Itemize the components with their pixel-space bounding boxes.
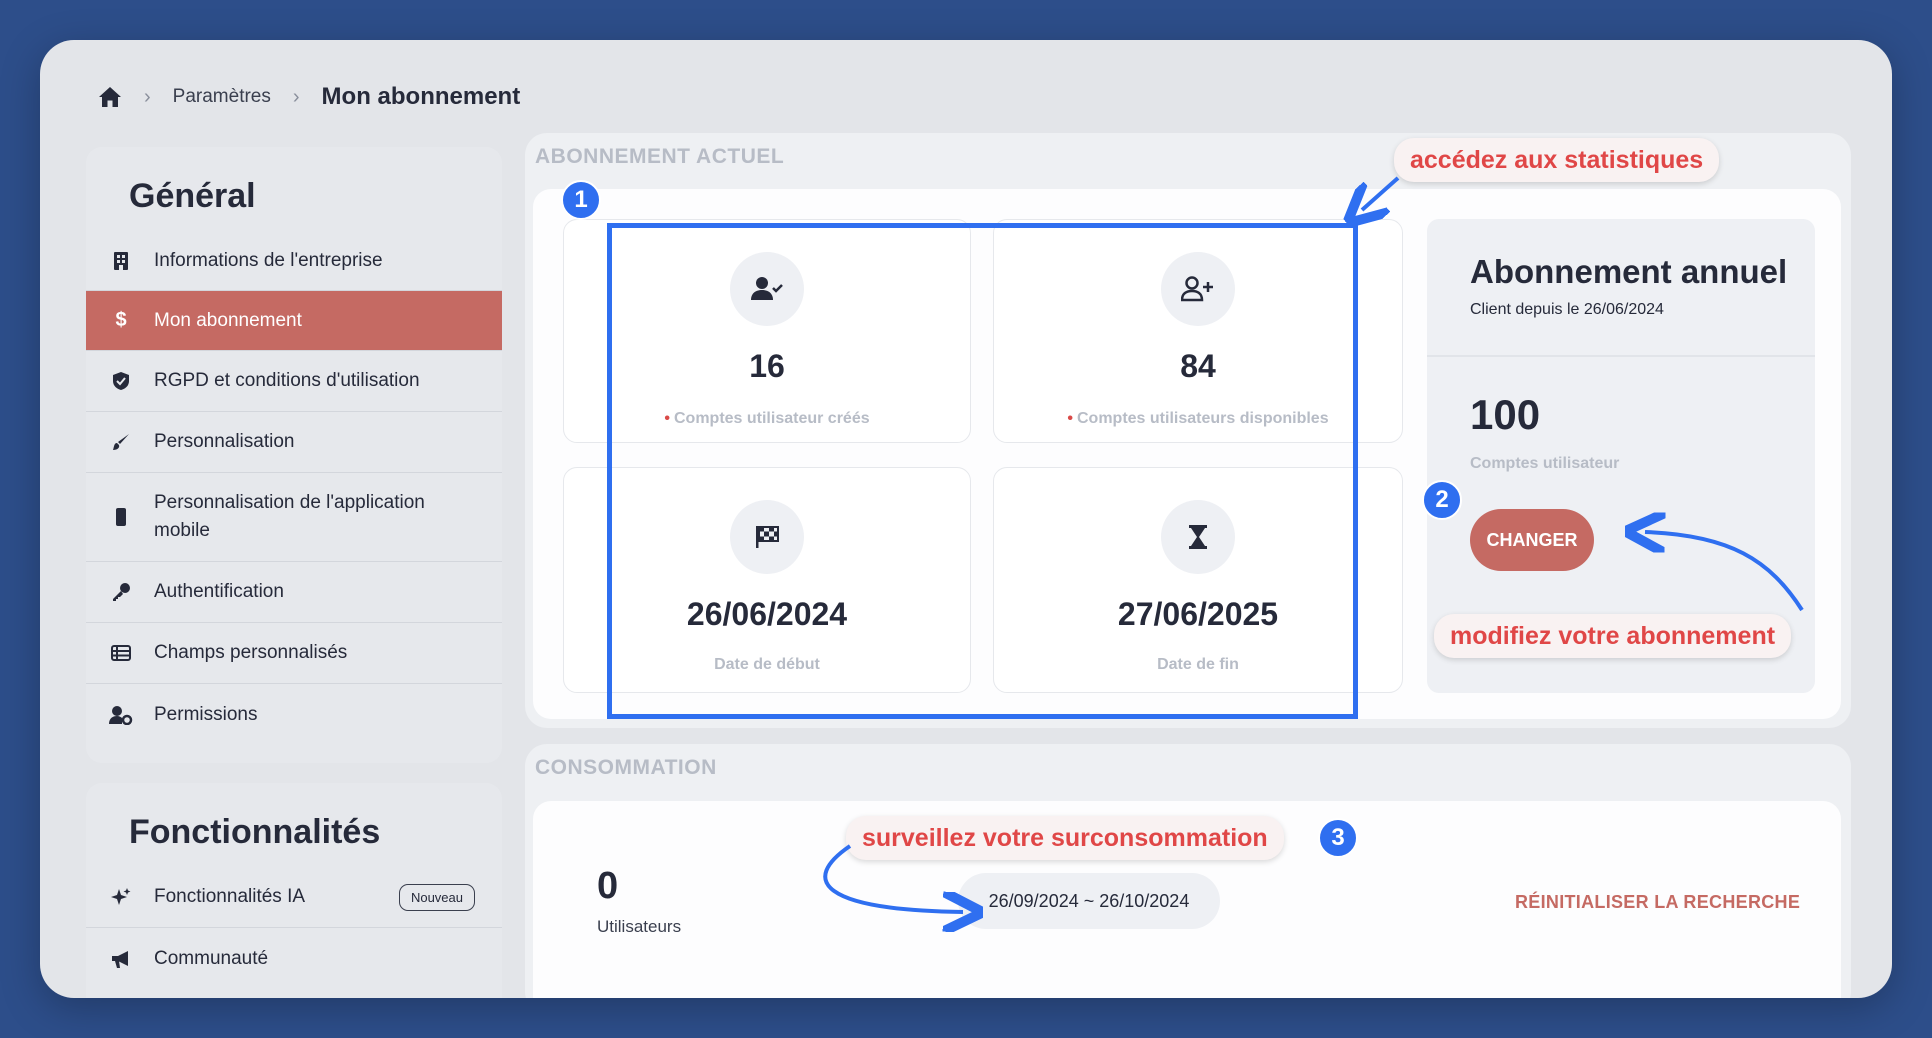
app-window: › Paramètres › Mon abonnement Général In…	[40, 40, 1892, 998]
arrow-to-stats	[1362, 176, 1400, 210]
annotation-arrows	[823, 176, 1804, 998]
arrow-to-change-button	[1645, 532, 1804, 612]
arrow-to-date-range	[823, 844, 963, 912]
